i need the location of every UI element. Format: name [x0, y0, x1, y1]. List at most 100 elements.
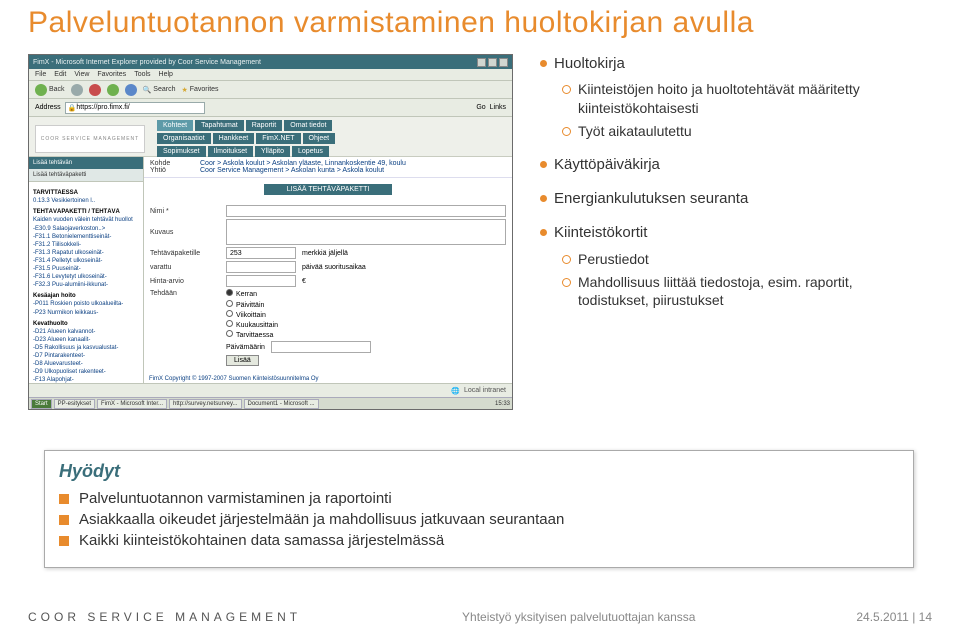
- sub-bullet: Kiinteistöjen hoito ja huoltotehtävät mä…: [540, 80, 940, 118]
- hinta-input[interactable]: [226, 275, 296, 287]
- star-icon: ★: [181, 86, 187, 94]
- nav-hankkeet[interactable]: Hankkeet: [213, 133, 255, 144]
- menu-view[interactable]: View: [74, 71, 89, 78]
- sidebar-item[interactable]: -F32.3 Puu-alumiini-ikkunat-: [33, 281, 139, 289]
- nav-raportit[interactable]: Raportit: [246, 120, 283, 131]
- menu-edit[interactable]: Edit: [54, 71, 66, 78]
- sidebar-item[interactable]: -D9 Ulkopuoliset rakenteet-: [33, 368, 139, 376]
- maximize-icon[interactable]: [488, 58, 497, 67]
- menu-file[interactable]: File: [35, 71, 46, 78]
- sb-head-kevathuolto: Kevathuolto: [33, 320, 139, 328]
- radio-paivittain-label: Päivittäin: [236, 302, 264, 309]
- sidebar-item[interactable]: -E30.9 Salaojaverkoston..>: [33, 225, 139, 233]
- bullet-energiankulutus: Energiankulutuksen seuranta: [540, 189, 940, 209]
- radio-viikoittain-label: Viikoittain: [236, 312, 266, 319]
- sidebar-item[interactable]: -F31.4 Pelletyt ulkoseinät-: [33, 257, 139, 265]
- nav-yllapito[interactable]: Ylläpito: [255, 146, 290, 157]
- sidebar-tab-lisaa-tehtavan[interactable]: Lisää tehtävän: [29, 157, 143, 169]
- nav-kohteet[interactable]: Kohteet: [157, 120, 193, 131]
- add-package-button[interactable]: LISÄÄ TEHTÄVÄPAKETTI: [264, 184, 392, 195]
- paivamaarin-input[interactable]: [271, 341, 371, 353]
- toolbar: Back 🔍Search ★Favorites: [29, 81, 512, 99]
- start-button[interactable]: Start: [31, 399, 52, 409]
- radio-tarvittaessa-label: Tarvittaessa: [236, 332, 273, 339]
- sidebar-item[interactable]: -D8 Aluevarusteet-: [33, 360, 139, 368]
- favorites-button[interactable]: ★Favorites: [181, 86, 218, 94]
- radio-paivittain[interactable]: [226, 300, 233, 307]
- varattu-unit: päivää suoritusaikaa: [302, 264, 366, 271]
- main-nav: Kohteet Tapahtumat Raportit Omat tiedot …: [157, 120, 335, 157]
- sub-bullet: Perustiedot: [540, 250, 940, 269]
- address-input[interactable]: 🔒https://pro.fimx.fi/: [65, 102, 205, 114]
- nav-tapahtumat[interactable]: Tapahtumat: [195, 120, 244, 131]
- bullet-ring-icon: [562, 255, 571, 264]
- taskbar-item[interactable]: FimX - Microsoft Inter...: [97, 399, 167, 409]
- sb-head-tehtavapaketti: TEHTÄVÄPAKETTI / TEHTÄVÄ: [33, 208, 139, 216]
- paivamaarin-label: Päivämäärin: [226, 344, 265, 351]
- nav-organisaatiot[interactable]: Organisaatiot: [157, 133, 211, 144]
- sidebar-item[interactable]: Kaiden vuoden välein tehtävät huollot: [33, 216, 139, 224]
- menu-favorites[interactable]: Favorites: [97, 71, 126, 78]
- nav-ilmoitukset[interactable]: Ilmoitukset: [208, 146, 253, 157]
- menu-bar: File Edit View Favorites Tools Help: [29, 69, 512, 81]
- nav-sopimukset[interactable]: Sopimukset: [157, 146, 206, 157]
- home-button[interactable]: [125, 84, 137, 96]
- nimi-input[interactable]: [226, 205, 506, 217]
- minimize-icon[interactable]: [477, 58, 486, 67]
- radio-tarvittaessa[interactable]: [226, 330, 233, 337]
- back-button[interactable]: Back: [35, 84, 65, 96]
- yhtio-value[interactable]: Coor Service Management > Askolan kunta …: [200, 167, 384, 174]
- radio-viikoittain[interactable]: [226, 310, 233, 317]
- sidebar-item[interactable]: -F31.1 Betonielementtiseinät-: [33, 233, 139, 241]
- lisaa-button[interactable]: Lisää: [226, 355, 259, 366]
- bullet-ring-icon: [562, 278, 571, 287]
- sidebar-item[interactable]: -F31.3 Rapatut ulkoseinät-: [33, 249, 139, 257]
- globe-icon: 🌐: [451, 387, 460, 395]
- menu-help[interactable]: Help: [159, 71, 173, 78]
- kuvaus-textarea[interactable]: [226, 219, 506, 245]
- merkkia-unit: merkkiä jäljellä: [302, 250, 348, 257]
- nav-ohjeet[interactable]: Ohjeet: [303, 133, 336, 144]
- nav-lopetus[interactable]: Lopetus: [292, 146, 329, 157]
- status-zone: Local intranet: [464, 387, 506, 394]
- taskbar-item[interactable]: Document1 - Microsoft ...: [244, 399, 319, 409]
- nav-omat-tiedot[interactable]: Omat tiedot: [284, 120, 332, 131]
- sidebar-item[interactable]: -P23 Nurmikon leikkaus-: [33, 309, 139, 317]
- page-header: COOR SERVICE MANAGEMENT Kohteet Tapahtum…: [29, 117, 512, 157]
- taskbar-item[interactable]: http://survey.netsurvey...: [169, 399, 241, 409]
- sidebar-item[interactable]: -F31.2 Tiilisokkeli-: [33, 241, 139, 249]
- refresh-button[interactable]: [107, 84, 119, 96]
- sidebar-item[interactable]: -D7 Pintarakenteet-: [33, 352, 139, 360]
- sidebar-item[interactable]: -D23 Alueen kanaalit-: [33, 336, 139, 344]
- kohde-value[interactable]: Coor > Askola koulut > Askolan yläaste, …: [200, 160, 406, 167]
- merkkia-input[interactable]: 253: [226, 247, 296, 259]
- links-label[interactable]: Links: [490, 104, 506, 111]
- kuvaus-label: Kuvaus: [150, 229, 220, 236]
- menu-tools[interactable]: Tools: [134, 71, 150, 78]
- sidebar-item[interactable]: -F31.6 Levytetyt ulkoseinät-: [33, 273, 139, 281]
- radio-kerran-label: Kerran: [236, 291, 257, 298]
- close-icon[interactable]: [499, 58, 508, 67]
- sidebar-item[interactable]: -F31.5 Puuseinät-: [33, 265, 139, 273]
- bullet-kayttopaivakirja: Käyttöpäiväkirja: [540, 155, 940, 175]
- sidebar-item[interactable]: -D21 Alueen kalvannot-: [33, 328, 139, 336]
- search-button[interactable]: 🔍Search: [143, 86, 176, 94]
- taskbar-item[interactable]: PP-esitykset: [54, 399, 95, 409]
- radio-kerran[interactable]: [226, 289, 233, 296]
- nav-fimxnet[interactable]: FimX.NET: [256, 133, 300, 144]
- stop-button[interactable]: [89, 84, 101, 96]
- radio-group: Päivittäin Viikoittain Kuukausittain Tar…: [226, 300, 506, 339]
- footer-date-page: 24.5.2011 | 14: [856, 610, 932, 624]
- sidebar-item[interactable]: 0.13.3 Vesikiertoinen l..: [33, 197, 139, 205]
- hinta-unit: €: [302, 278, 306, 285]
- forward-button[interactable]: [71, 84, 83, 96]
- benefits-item: Kaikki kiinteistökohtainen data samassa …: [59, 532, 899, 549]
- bullet-dot-icon: [540, 195, 547, 202]
- sidebar-tab-lisaa-tehtavapaketti[interactable]: Lisää tehtäväpaketti: [29, 169, 143, 182]
- radio-kuukausittain[interactable]: [226, 320, 233, 327]
- sidebar-item[interactable]: -P011 Roskien poisto ulkoalueilta-: [33, 300, 139, 308]
- varattu-input[interactable]: [226, 261, 296, 273]
- taskbar: Start PP-esitykset FimX - Microsoft Inte…: [29, 397, 512, 409]
- go-button[interactable]: Go: [476, 104, 485, 111]
- sidebar-item[interactable]: -D5 Rakollisuus ja kasvualustat-: [33, 344, 139, 352]
